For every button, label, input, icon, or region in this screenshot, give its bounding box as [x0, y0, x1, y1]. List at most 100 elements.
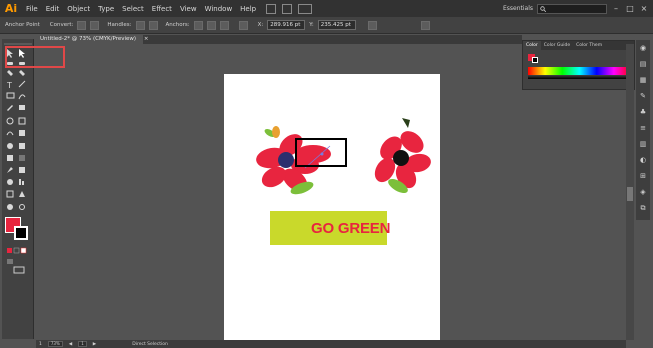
align-panel-icon[interactable]: ⊞: [639, 172, 647, 180]
scale-tool-icon[interactable]: [18, 117, 26, 125]
menu-type[interactable]: Type: [94, 5, 118, 13]
search-icon: [540, 5, 546, 12]
selection-highlight-box: [5, 46, 65, 68]
illustrator-window: Ai File Edit Object Type Select Effect V…: [0, 0, 653, 348]
curvature-tool-icon[interactable]: [19, 70, 25, 76]
screen-mode-icon[interactable]: [13, 266, 25, 274]
menu-object[interactable]: Object: [63, 5, 94, 13]
menu-effect[interactable]: Effect: [148, 5, 176, 13]
bridge-icon[interactable]: [266, 3, 277, 14]
convert-label: Convert:: [49, 22, 74, 28]
minimize-button[interactable]: –: [611, 4, 621, 14]
type-tool-icon[interactable]: T: [6, 81, 12, 90]
menu-window[interactable]: Window: [201, 5, 237, 13]
close-tab-icon[interactable]: ×: [144, 36, 149, 42]
perspective-grid-tool-icon[interactable]: [19, 143, 25, 149]
color-spectrum-shade[interactable]: [528, 75, 631, 79]
zoom-field[interactable]: 73%: [47, 341, 63, 347]
close-button[interactable]: ×: [639, 4, 649, 14]
current-tool-status[interactable]: Direct Selection: [132, 342, 168, 347]
menu-help[interactable]: Help: [236, 5, 260, 13]
gradient-mode-icon[interactable]: [13, 247, 20, 254]
paintbrush-tool-icon[interactable]: [18, 94, 26, 100]
workspace-switcher[interactable]: Essentials: [503, 5, 533, 12]
handles-show-icon[interactable]: [135, 20, 145, 30]
pen-tool-icon[interactable]: [7, 70, 13, 76]
rotate-tool-icon[interactable]: [6, 117, 14, 125]
menu-edit[interactable]: Edit: [42, 5, 64, 13]
remove-anchor-icon[interactable]: [193, 20, 203, 30]
free-transform-tool-icon[interactable]: [19, 130, 25, 136]
symbols-icon[interactable]: ♣: [639, 108, 647, 116]
rectangle-tool-icon[interactable]: [6, 92, 15, 99]
transform-icon[interactable]: [367, 20, 377, 30]
banner-text[interactable]: GO GREEN: [311, 220, 390, 237]
control-bar: Anchor Point Convert: Handles: Anchors: …: [0, 17, 653, 34]
convert-corner-icon[interactable]: [77, 20, 87, 30]
prev-artboard-button[interactable]: ◀: [69, 342, 72, 347]
menu-bar: Ai File Edit Object Type Select Effect V…: [0, 0, 653, 17]
next-artboard-button[interactable]: ▶: [93, 342, 96, 347]
y-position-field[interactable]: 235.425 pt: [317, 20, 356, 30]
draw-mode-icon[interactable]: [7, 259, 13, 264]
gradient-icon[interactable]: ▥: [639, 140, 647, 148]
y-label: Y:: [309, 22, 314, 28]
appearance-icon[interactable]: ◉: [639, 44, 647, 52]
artboard-number-field[interactable]: 1: [78, 341, 87, 347]
app-logo: Ai: [4, 2, 18, 15]
handles-label: Handles:: [107, 22, 132, 28]
tab-color-themes[interactable]: Color Them: [573, 41, 605, 50]
panel-icon-strip: ◉ ▤ ▦ ✎ ♣ ≡ ▥ ◐ ⊞ ◈ ⧉: [636, 40, 650, 220]
eraser-tool-icon[interactable]: [19, 105, 25, 110]
menu-right-group: Essentials – □ ×: [503, 0, 653, 17]
artboards-icon[interactable]: ⧉: [639, 204, 647, 212]
anchors-label: Anchors:: [165, 22, 190, 28]
column-graph-tool-icon[interactable]: [19, 179, 21, 185]
convert-smooth-icon[interactable]: [90, 20, 100, 30]
zoom-tool-icon[interactable]: [19, 204, 25, 210]
line-tool-icon[interactable]: [18, 80, 26, 88]
artboard-tool-icon[interactable]: [6, 190, 14, 198]
color-mode-icon[interactable]: [7, 248, 12, 253]
menu-select[interactable]: Select: [118, 5, 148, 13]
document-tab[interactable]: Untitled-2* @ 73% (CMYK/Preview) ×: [36, 35, 148, 44]
pencil-tool-icon[interactable]: [7, 105, 13, 111]
stroke-icon[interactable]: ≡: [639, 124, 647, 132]
align-icon[interactable]: [238, 20, 248, 30]
panel-stroke-swatch[interactable]: [532, 57, 538, 63]
connect-anchor-icon[interactable]: [206, 20, 216, 30]
handles-hide-icon[interactable]: [148, 20, 158, 30]
vertical-scrollbar[interactable]: [626, 44, 634, 340]
swatches-icon[interactable]: ▦: [639, 76, 647, 84]
transparency-icon[interactable]: ◐: [639, 156, 647, 164]
cut-path-icon[interactable]: [219, 20, 229, 30]
tab-color-guide[interactable]: Color Guide: [541, 41, 573, 50]
x-label: X:: [257, 22, 264, 28]
x-position-field[interactable]: 289.916 pt: [267, 20, 306, 30]
maximize-button[interactable]: □: [625, 4, 635, 14]
none-mode-icon[interactable]: [20, 247, 27, 254]
slice-tool-icon[interactable]: [19, 191, 25, 197]
symbol-sprayer-tool-icon[interactable]: [7, 179, 13, 185]
eyedropper-tool-icon[interactable]: [7, 167, 13, 173]
arrange-icon[interactable]: [282, 3, 293, 14]
hand-tool-icon[interactable]: [7, 204, 13, 210]
width-tool-icon[interactable]: [6, 131, 14, 136]
stroke-color-swatch[interactable]: [14, 226, 28, 240]
isolate-icon[interactable]: [420, 20, 430, 30]
scrollbar-thumb[interactable]: [627, 187, 633, 201]
menu-view[interactable]: View: [176, 5, 201, 13]
gradient-tool-icon[interactable]: [19, 155, 25, 161]
tools-panel: T: [2, 39, 34, 339]
graphic-styles-icon[interactable]: ▤: [639, 60, 647, 68]
arrange-docs-icon[interactable]: [298, 3, 313, 14]
layers-icon[interactable]: ◈: [639, 188, 647, 196]
blend-tool-icon[interactable]: [19, 167, 25, 173]
menu-file[interactable]: File: [22, 5, 42, 13]
shape-builder-tool-icon[interactable]: [7, 143, 13, 149]
brushes-icon[interactable]: ✎: [639, 92, 647, 100]
mesh-tool-icon[interactable]: [7, 155, 13, 161]
search-input[interactable]: [537, 3, 607, 14]
tab-color[interactable]: Color: [523, 41, 541, 50]
color-spectrum[interactable]: [528, 67, 631, 75]
